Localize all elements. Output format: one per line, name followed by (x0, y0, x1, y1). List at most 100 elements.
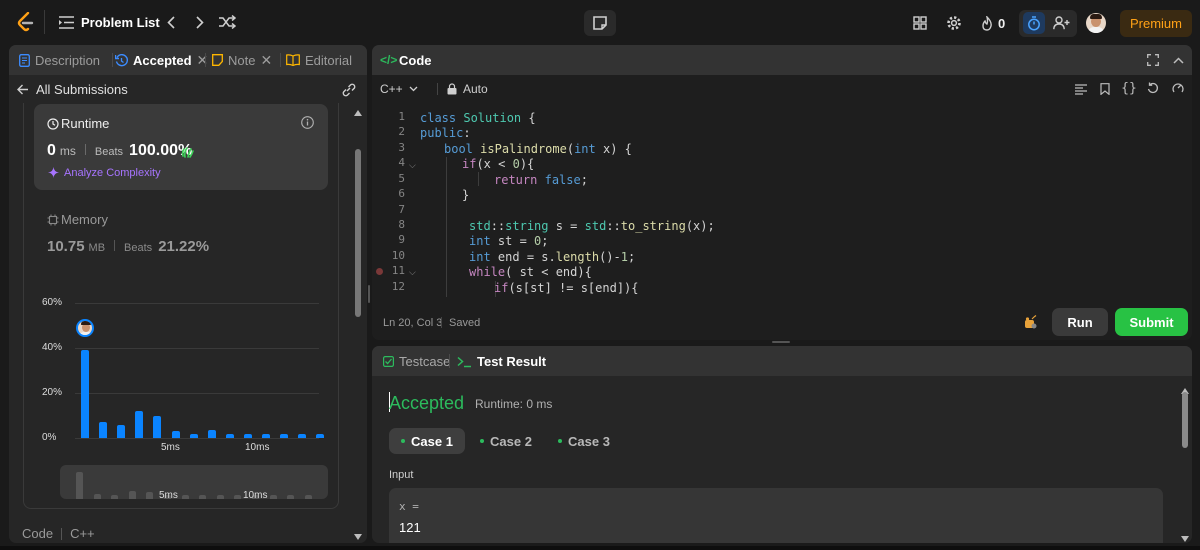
problem-list-title[interactable]: Problem List (81, 15, 160, 30)
mini-chart-bar (304, 495, 312, 499)
layout-icon[interactable] (911, 14, 929, 32)
code-line: int end = s.length()-1; (469, 250, 636, 264)
line-number: 7 (398, 203, 405, 216)
settings-gear-icon[interactable] (945, 14, 963, 32)
mini-chart-bar (269, 495, 277, 499)
streak-count: 0 (998, 16, 1006, 31)
submission-panel: Description Accepted ✕ Note ✕ Editorial … (9, 45, 367, 543)
line-number: 5 (398, 172, 405, 185)
code-header (372, 45, 1192, 75)
code-line: std::string s = std::to_string(x); (469, 219, 715, 233)
user-avatar[interactable] (1086, 13, 1106, 33)
result-runtime: Runtime: 0 ms (475, 397, 553, 411)
next-problem-icon[interactable] (193, 14, 207, 30)
line-number: 10 (391, 249, 405, 262)
submit-button[interactable]: Submit (1115, 308, 1188, 336)
indent-guide (478, 172, 479, 186)
line-number: 9 (398, 233, 405, 246)
code-line: class Solution { (420, 111, 536, 125)
result-tab-divider (449, 354, 450, 368)
top-nav: Problem List 0 Premium (0, 0, 1200, 44)
input-var-name: x = (399, 500, 419, 513)
add-user-icon[interactable] (1051, 14, 1071, 32)
line-number: 3 (398, 141, 405, 154)
pass-dot (558, 439, 562, 443)
maximize-icon[interactable] (1146, 53, 1160, 67)
notes-icon[interactable] (584, 10, 616, 36)
premium-button[interactable]: Premium (1120, 10, 1192, 37)
line-number: 4 (398, 156, 405, 169)
input-box (389, 488, 1163, 543)
case-1-button[interactable]: Case 1 (389, 428, 465, 454)
bookmark-icon[interactable] (1099, 82, 1111, 96)
mini-chart-bar (76, 471, 83, 499)
line-number: 8 (398, 218, 405, 231)
scrollbar-thumb[interactable] (355, 149, 361, 317)
code-line: return false; (494, 173, 588, 187)
result-scrollbar-thumb[interactable] (1182, 392, 1188, 448)
problem-list-icon[interactable] (58, 14, 74, 30)
line-number: 11 (391, 264, 405, 277)
line-number: 1 (398, 110, 405, 123)
mini-chart (9, 45, 367, 543)
language-select[interactable]: C++ (380, 82, 418, 96)
leetcode-logo-icon[interactable] (16, 12, 36, 32)
collapse-up-icon[interactable] (1172, 54, 1184, 66)
code-section-label: Code C++ (22, 526, 95, 541)
mini-chart-bar (199, 495, 207, 499)
code-brackets-icon: </> (380, 53, 398, 67)
code-line: if(s[st] != s[end]){ (494, 281, 639, 295)
case-2-button[interactable]: Case 2 (468, 428, 544, 454)
code-line: if(x < 0){ (462, 157, 535, 171)
chevron-down-icon (409, 86, 418, 92)
code-line: public: (420, 126, 471, 140)
result-scroll-down[interactable] (1181, 530, 1189, 542)
fold-chevron-icon[interactable]: ⌵ (409, 267, 416, 278)
saved-status: Saved (449, 317, 481, 329)
scroll-down-arrow[interactable] (354, 528, 362, 540)
toolbar-divider (437, 83, 438, 95)
debug-icon[interactable] (1022, 314, 1038, 330)
line-number: 2 (398, 125, 405, 138)
timer-icon[interactable] (1023, 12, 1045, 34)
code-line: } (462, 188, 470, 202)
prev-problem-icon[interactable] (164, 14, 178, 30)
mini-chart-bar (216, 495, 224, 499)
code-line: bool isPalindrome(int x) { (444, 142, 632, 156)
case-3-button[interactable]: Case 3 (546, 428, 622, 454)
line-number: 12 (391, 280, 405, 293)
code-line: int st = 0; (469, 234, 549, 248)
status-divider (441, 317, 442, 328)
code-line: while( st < end){ (469, 265, 592, 279)
input-label: Input (389, 469, 414, 481)
streak-flame-icon[interactable] (979, 14, 995, 32)
mini-x-label: 5ms (159, 490, 178, 501)
fold-chevron-icon[interactable]: ⌵ (409, 160, 416, 171)
cursor-position: Ln 20, Col 3 (383, 317, 443, 329)
verdict-accepted: Accepted (389, 393, 465, 413)
format-icon[interactable] (1074, 82, 1088, 96)
indent-guide (446, 157, 447, 297)
breakpoint-dot[interactable] (376, 268, 383, 275)
scroll-up-arrow[interactable] (354, 104, 362, 116)
editor-settings-icon[interactable] (1171, 81, 1185, 95)
pass-dot (401, 439, 405, 443)
input-var-value: 121 (399, 520, 421, 535)
checkbox-icon (383, 356, 394, 367)
vertical-resize-handle[interactable] (368, 285, 370, 303)
mini-chart-bar (111, 494, 119, 499)
shuffle-icon[interactable] (218, 14, 236, 30)
reset-icon[interactable] (1146, 81, 1160, 95)
tab-test-result[interactable]: Test Result (457, 354, 546, 369)
lock-icon (447, 83, 457, 95)
result-scroll-up[interactable] (1181, 382, 1189, 394)
auto-mode[interactable]: Auto (447, 82, 488, 96)
line-number: 6 (398, 187, 405, 200)
code-title: Code (399, 53, 432, 68)
tab-testcase[interactable]: Testcase (383, 354, 450, 369)
horizontal-resize-handle[interactable] (772, 341, 790, 343)
curly-braces-icon[interactable]: {} (1121, 80, 1137, 96)
mini-x-label: 10ms (243, 490, 268, 501)
pass-dot (480, 439, 484, 443)
run-button[interactable]: Run (1052, 308, 1108, 336)
